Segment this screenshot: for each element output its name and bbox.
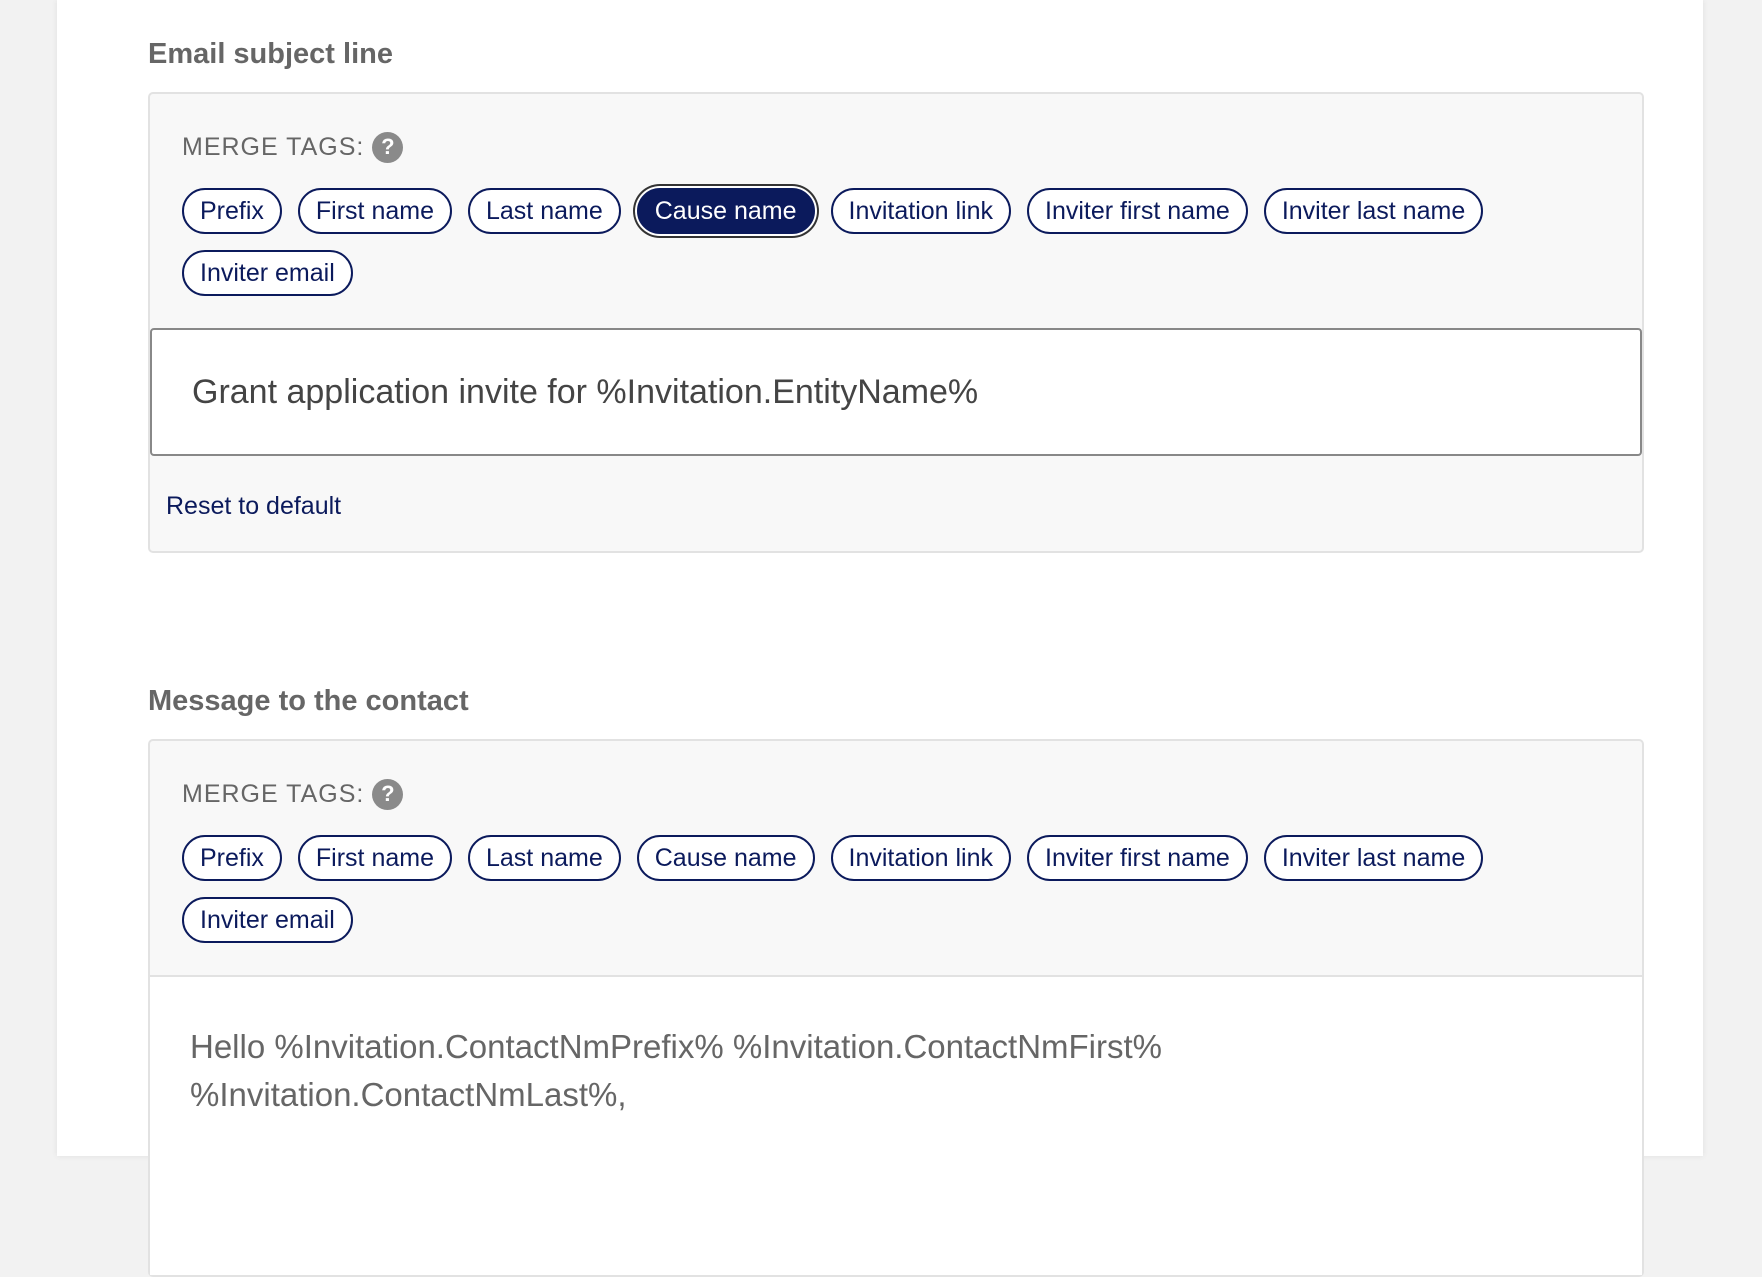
merge-tag-prefix[interactable]: Prefix (182, 835, 282, 881)
merge-tag-inviter-email[interactable]: Inviter email (182, 897, 353, 943)
message-body-editor[interactable]: Hello %Invitation.ContactNmPrefix% %Invi… (150, 975, 1642, 1275)
merge-tag-last-name[interactable]: Last name (468, 835, 621, 881)
subject-section: Email subject line MERGE TAGS: ? Prefix … (148, 34, 1644, 553)
merge-tag-inviter-first-name[interactable]: Inviter first name (1027, 835, 1248, 881)
subject-input[interactable]: Grant application invite for %Invitation… (150, 328, 1642, 456)
message-editor-box: MERGE TAGS: ? Prefix First name Last nam… (148, 739, 1644, 1277)
message-section: Message to the contact MERGE TAGS: ? Pre… (148, 681, 1644, 1277)
help-icon[interactable]: ? (372, 131, 404, 163)
merge-tags-label: MERGE TAGS: (182, 132, 365, 161)
merge-tags-header: MERGE TAGS: ? (150, 94, 1642, 163)
merge-tag-first-name[interactable]: First name (297, 188, 452, 234)
merge-tag-last-name[interactable]: Last name (468, 188, 621, 234)
page-card: Email subject line MERGE TAGS: ? Prefix … (57, 0, 1703, 1277)
subject-editor-box: MERGE TAGS: ? Prefix First name Last nam… (148, 92, 1644, 553)
merge-tags-label: MERGE TAGS: (182, 779, 365, 808)
help-icon[interactable]: ? (372, 778, 404, 810)
reset-to-default-link[interactable]: Reset to default (150, 456, 1642, 551)
message-section-title: Message to the contact (148, 685, 469, 717)
merge-tag-prefix[interactable]: Prefix (182, 188, 282, 234)
merge-tag-inviter-email[interactable]: Inviter email (182, 250, 353, 296)
message-body-line: Hello %Invitation.ContactNmPrefix% %Invi… (190, 1028, 1163, 1065)
merge-tag-inviter-last-name[interactable]: Inviter last name (1263, 835, 1484, 881)
merge-tag-invitation-link[interactable]: Invitation link (830, 188, 1012, 234)
merge-tag-inviter-first-name[interactable]: Inviter first name (1027, 188, 1248, 234)
message-body-line: %Invitation.ContactNmLast%, (190, 1076, 627, 1113)
merge-tag-invitation-link[interactable]: Invitation link (830, 835, 1012, 881)
merge-tag-inviter-last-name[interactable]: Inviter last name (1263, 188, 1484, 234)
merge-tag-cause-name[interactable]: Cause name (636, 835, 815, 881)
merge-tags-list: Prefix First name Last name Cause name I… (150, 809, 1642, 943)
merge-tags-header: MERGE TAGS: ? (150, 741, 1642, 810)
merge-tag-first-name[interactable]: First name (297, 835, 452, 881)
merge-tag-cause-name[interactable]: Cause name (636, 188, 815, 234)
subject-section-title: Email subject line (148, 38, 393, 70)
merge-tags-list: Prefix First name Last name Cause name I… (150, 162, 1642, 296)
